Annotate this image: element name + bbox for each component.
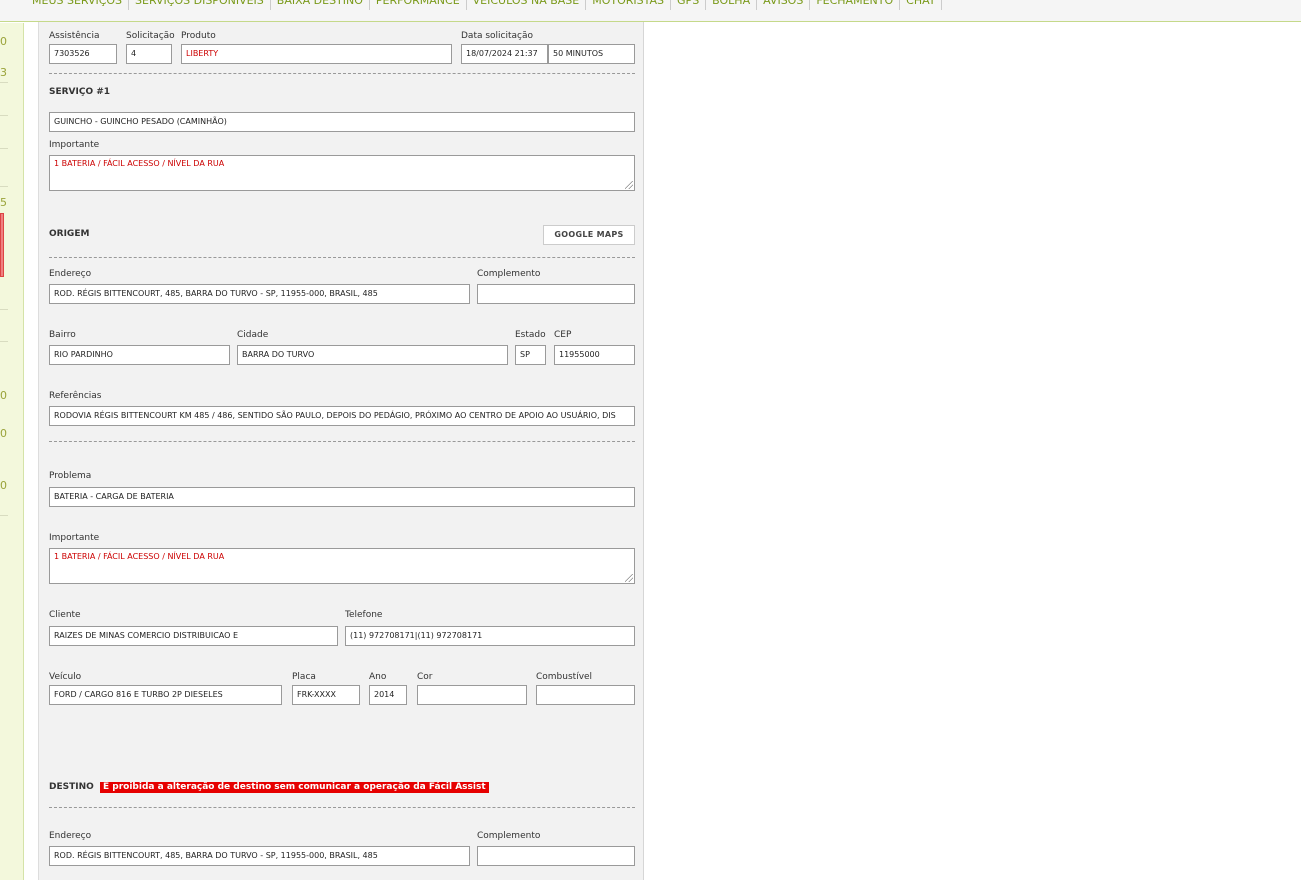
origem-endereco-field[interactable]: ROD. RÉGIS BITTENCOURT, 485, BARRA DO TU… xyxy=(49,284,470,304)
cidade-field[interactable]: BARRA DO TURVO xyxy=(237,345,508,365)
sidebar-divider xyxy=(0,341,8,342)
produto-field[interactable]: LIBERTY xyxy=(181,44,452,64)
divider xyxy=(49,807,635,808)
destino-complemento-label: Complemento xyxy=(477,831,541,841)
bairro-label: Bairro xyxy=(49,330,76,340)
cep-field[interactable]: 11955000 xyxy=(554,345,635,365)
ano-label: Ano xyxy=(369,672,387,682)
cep-label: CEP xyxy=(554,330,572,340)
cliente-label: Cliente xyxy=(49,610,81,620)
sidebar-alert-item[interactable] xyxy=(0,213,4,277)
top-navigation: MEUS SERVIÇOS SERVIÇOS DISPONÍVEIS BAIXA D… xyxy=(0,0,1301,22)
origem-complemento-field[interactable] xyxy=(477,284,635,304)
servico-importante-textarea[interactable]: 1 BATERIA / FÁCIL ACESSO / NÍVEL DA RUA xyxy=(49,155,635,191)
ano-field[interactable]: 2014 xyxy=(369,685,407,705)
nav-servicos-disponiveis[interactable]: SERVIÇOS DISPONÍVEIS xyxy=(129,0,271,10)
assistencia-field[interactable]: 7303526 xyxy=(49,44,117,64)
nav-bolha[interactable]: BOLHA xyxy=(706,0,758,10)
divider xyxy=(49,73,635,74)
sidebar-divider xyxy=(0,115,8,116)
veiculo-label: Veículo xyxy=(49,672,82,682)
combustivel-label: Combustível xyxy=(536,672,593,682)
telefone-label: Telefone xyxy=(345,610,383,620)
sidebar-divider xyxy=(0,82,8,83)
sidebar-mark: 0 xyxy=(0,427,7,440)
sidebar-mark: 5 xyxy=(0,196,7,209)
servico-title: SERVIÇO #1 xyxy=(49,87,111,97)
destino-warning-badge: É proibida a alteração de destino sem co… xyxy=(100,782,489,793)
cidade-label: Cidade xyxy=(237,330,269,340)
estado-field[interactable]: SP xyxy=(515,345,546,365)
destino-title: DESTINO xyxy=(49,782,94,792)
nav-meus-servicos[interactable]: MEUS SERVIÇOS xyxy=(26,0,130,10)
telefone-field[interactable]: (11) 972708171|(11) 972708171 xyxy=(345,626,635,646)
sidebar-mark: 0 xyxy=(0,35,7,48)
sidebar-mark: 0 xyxy=(0,479,7,492)
referencias-field[interactable]: RODOVIA RÉGIS BITTENCOURT KM 485 / 486, … xyxy=(49,406,635,426)
cor-label: Cor xyxy=(417,672,433,682)
nav-chat[interactable]: CHAT xyxy=(900,0,943,10)
google-maps-button[interactable]: GOOGLE MAPS xyxy=(543,225,635,245)
referencias-label: Referências xyxy=(49,391,102,401)
produto-label: Produto xyxy=(181,31,216,41)
origem-endereco-label: Endereço xyxy=(49,269,92,279)
nav-veiculos-na-base[interactable]: VEÍCULOS NA BASE xyxy=(467,0,587,10)
sidebar-divider xyxy=(0,515,8,516)
bairro-field[interactable]: RIO PARDINHO xyxy=(49,345,230,365)
nav-gps[interactable]: GPS xyxy=(671,0,707,10)
sidebar-divider xyxy=(0,186,8,187)
divider xyxy=(49,257,635,258)
nav-motoristas[interactable]: MOTORISTAS xyxy=(586,0,672,10)
sidebar-mark: 3 xyxy=(0,66,7,79)
resize-grip-icon[interactable] xyxy=(625,574,633,582)
divider xyxy=(49,441,635,442)
problema-importante-text: 1 BATERIA / FÁCIL ACESSO / NÍVEL DA RUA xyxy=(54,552,225,561)
servico-field[interactable]: GUINCHO - GUINCHO PESADO (CAMINHÃO) xyxy=(49,112,635,132)
sidebar-mark: 0 xyxy=(0,389,7,402)
servico-importante-text: 1 BATERIA / FÁCIL ACESSO / NÍVEL DA RUA xyxy=(54,159,225,168)
nav-avisos[interactable]: AVISOS xyxy=(757,0,811,10)
origem-title: ORIGEM xyxy=(49,229,90,239)
tempo-field[interactable]: 50 MINUTOS xyxy=(548,44,635,64)
estado-label: Estado xyxy=(515,330,546,340)
cor-field[interactable] xyxy=(417,685,527,705)
sidebar-divider xyxy=(0,309,8,310)
nav-performance[interactable]: PERFORMANCE xyxy=(370,0,467,10)
solicitacao-field[interactable]: 4 xyxy=(126,44,172,64)
sidebar-divider xyxy=(0,148,8,149)
nav-baixa-destino[interactable]: BAIXA DESTINO xyxy=(271,0,370,10)
placa-field[interactable]: FRK-XXXX xyxy=(292,685,360,705)
combustivel-field[interactable] xyxy=(536,685,635,705)
origem-complemento-label: Complemento xyxy=(477,269,541,279)
data-solicitacao-label: Data solicitação xyxy=(461,31,534,41)
placa-label: Placa xyxy=(292,672,316,682)
servico-importante-label: Importante xyxy=(49,140,100,150)
solicitacao-label: Solicitação xyxy=(126,31,175,41)
nav-fechamento[interactable]: FECHAMENTO xyxy=(810,0,901,10)
problema-label: Problema xyxy=(49,471,92,481)
problema-field[interactable]: BATERIA - CARGA DE BATERIA xyxy=(49,487,635,507)
cliente-field[interactable]: RAIZES DE MINAS COMERCIO DISTRIBUICAO E xyxy=(49,626,338,646)
resize-grip-icon[interactable] xyxy=(625,181,633,189)
destino-endereco-label: Endereço xyxy=(49,831,92,841)
destino-endereco-field[interactable]: ROD. RÉGIS BITTENCOURT, 485, BARRA DO TU… xyxy=(49,846,470,866)
service-detail-panel: Assistência 7303526 Solicitação 4 Produt… xyxy=(38,22,644,880)
data-solicitacao-field[interactable]: 18/07/2024 21:37 xyxy=(461,44,548,64)
left-sidebar: 0 3 5 0 0 0 xyxy=(0,23,24,880)
destino-complemento-field[interactable] xyxy=(477,846,635,866)
problema-importante-label: Importante xyxy=(49,533,100,543)
problema-importante-textarea[interactable]: 1 BATERIA / FÁCIL ACESSO / NÍVEL DA RUA xyxy=(49,548,635,584)
assistencia-label: Assistência xyxy=(49,31,100,41)
veiculo-field[interactable]: FORD / CARGO 816 E TURBO 2P DIESELES xyxy=(49,685,282,705)
nav-menu: MEUS SERVIÇOS SERVIÇOS DISPONÍVEIS BAIXA D… xyxy=(26,0,943,10)
